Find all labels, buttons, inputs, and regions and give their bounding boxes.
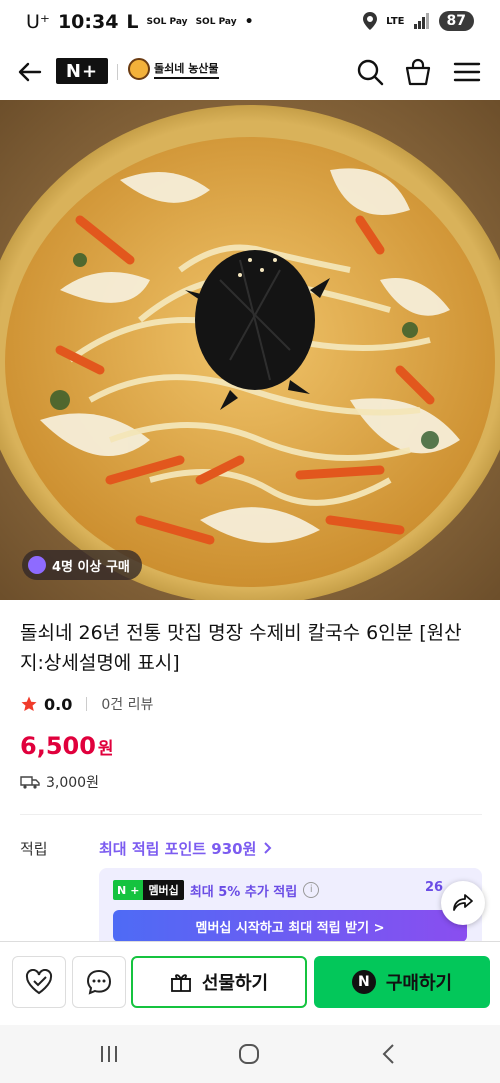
carrier-label: U⁺	[26, 11, 50, 33]
share-icon	[453, 894, 473, 911]
truck-icon	[20, 776, 40, 789]
menu-icon[interactable]	[452, 57, 482, 87]
rating-score: 0.0	[44, 694, 73, 714]
clock: 10:34	[57, 11, 119, 33]
signal-icon	[413, 13, 429, 29]
back-nav-icon[interactable]	[380, 1043, 398, 1065]
notification-dot: •	[244, 14, 254, 30]
membership-row: N + 멤버십 최대 5% 추가 적립 i	[113, 880, 320, 900]
product-title: 돌쇠네 26년 전통 맛집 명장 수제비 칼국수 6인분 [원산지:상세설명에 …	[20, 622, 462, 674]
location-icon	[363, 12, 378, 30]
noodle-soup-illustration	[0, 100, 500, 600]
rating-separator	[86, 697, 88, 711]
extra-points-text: 최대 5% 추가 적립	[189, 884, 298, 900]
gift-button[interactable]: 선물하기	[131, 956, 307, 1008]
top-nav: N+ 돌쇠네 농산물	[0, 44, 500, 101]
section-divider	[20, 814, 482, 815]
store-name: 돌쇠네 농산물	[154, 60, 219, 79]
l-icon: L	[126, 11, 139, 33]
nav-separator	[117, 64, 118, 80]
home-icon[interactable]	[237, 1043, 261, 1065]
status-bar: U⁺ 10:34 L SOL Pay SOL Pay • LTE 87	[0, 0, 500, 44]
sol-pay-icon-2: SOL Pay	[195, 16, 237, 27]
status-left: U⁺ 10:34 L SOL Pay SOL Pay •	[26, 11, 254, 33]
membership-badge-text: 멤버십	[143, 880, 184, 900]
info-icon[interactable]: i	[303, 882, 320, 898]
buy-label: 구매하기	[385, 973, 453, 994]
nplus-logo[interactable]: N+	[56, 58, 108, 84]
membership-box: N + 멤버십 최대 5% 추가 적립 i 26 멤버십 시작하고 최대 적립 …	[99, 868, 482, 948]
sol-pay-icon: SOL Pay	[146, 16, 188, 27]
buy-button[interactable]: N 구매하기	[314, 956, 490, 1008]
bag-badge-icon	[28, 556, 46, 574]
store-link[interactable]: 돌쇠네 농산물	[128, 58, 219, 80]
naver-pay-icon: N	[351, 970, 376, 994]
chat-icon	[86, 969, 112, 995]
membership-badge: N + 멤버십	[113, 880, 184, 900]
price-unit: 원	[97, 739, 114, 759]
gift-label: 선물하기	[201, 973, 269, 994]
purchase-count-label: 4명 이상 구매	[52, 559, 130, 575]
battery-badge: 87	[438, 11, 474, 31]
extra-points-amount: 26	[425, 880, 444, 895]
max-points-text: 최대 적립 포인트 930원	[99, 840, 257, 858]
purchase-count-chip: 4명 이상 구매	[22, 550, 142, 580]
price: 6,500 원	[20, 732, 114, 760]
status-right: LTE 87	[363, 11, 474, 31]
rating-row[interactable]: 0.0 0건 리뷰	[20, 694, 153, 714]
talk-button[interactable]	[72, 956, 126, 1008]
chevron-right-icon	[263, 842, 272, 854]
bag-icon[interactable]	[403, 57, 433, 87]
shipping-row: 3,000원	[20, 772, 99, 792]
heart-check-icon	[25, 969, 53, 995]
product-image[interactable]	[0, 100, 500, 600]
star-icon	[21, 696, 37, 712]
price-value: 6,500	[20, 732, 96, 760]
wishlist-button[interactable]	[12, 956, 66, 1008]
points-label: 적립	[20, 840, 48, 858]
membership-cta-button[interactable]: 멤버십 시작하고 최대 적립 받기 >	[113, 910, 467, 942]
share-button[interactable]	[441, 881, 485, 925]
review-count: 0건 리뷰	[101, 697, 154, 713]
search-icon[interactable]	[355, 57, 385, 87]
arrow-left-icon[interactable]	[16, 58, 44, 86]
gift-icon	[170, 974, 191, 992]
bottom-action-bar: 선물하기 N 구매하기	[0, 941, 500, 1026]
recent-apps-icon[interactable]	[98, 1043, 120, 1065]
system-nav-bar	[0, 1025, 500, 1083]
naver-n-icon: N	[117, 883, 127, 897]
shipping-fee: 3,000원	[46, 775, 99, 791]
plus-icon: +	[130, 883, 140, 897]
network-label: LTE	[386, 15, 405, 27]
store-logo-icon	[128, 58, 150, 80]
max-points-link[interactable]: 최대 적립 포인트 930원	[99, 838, 272, 859]
